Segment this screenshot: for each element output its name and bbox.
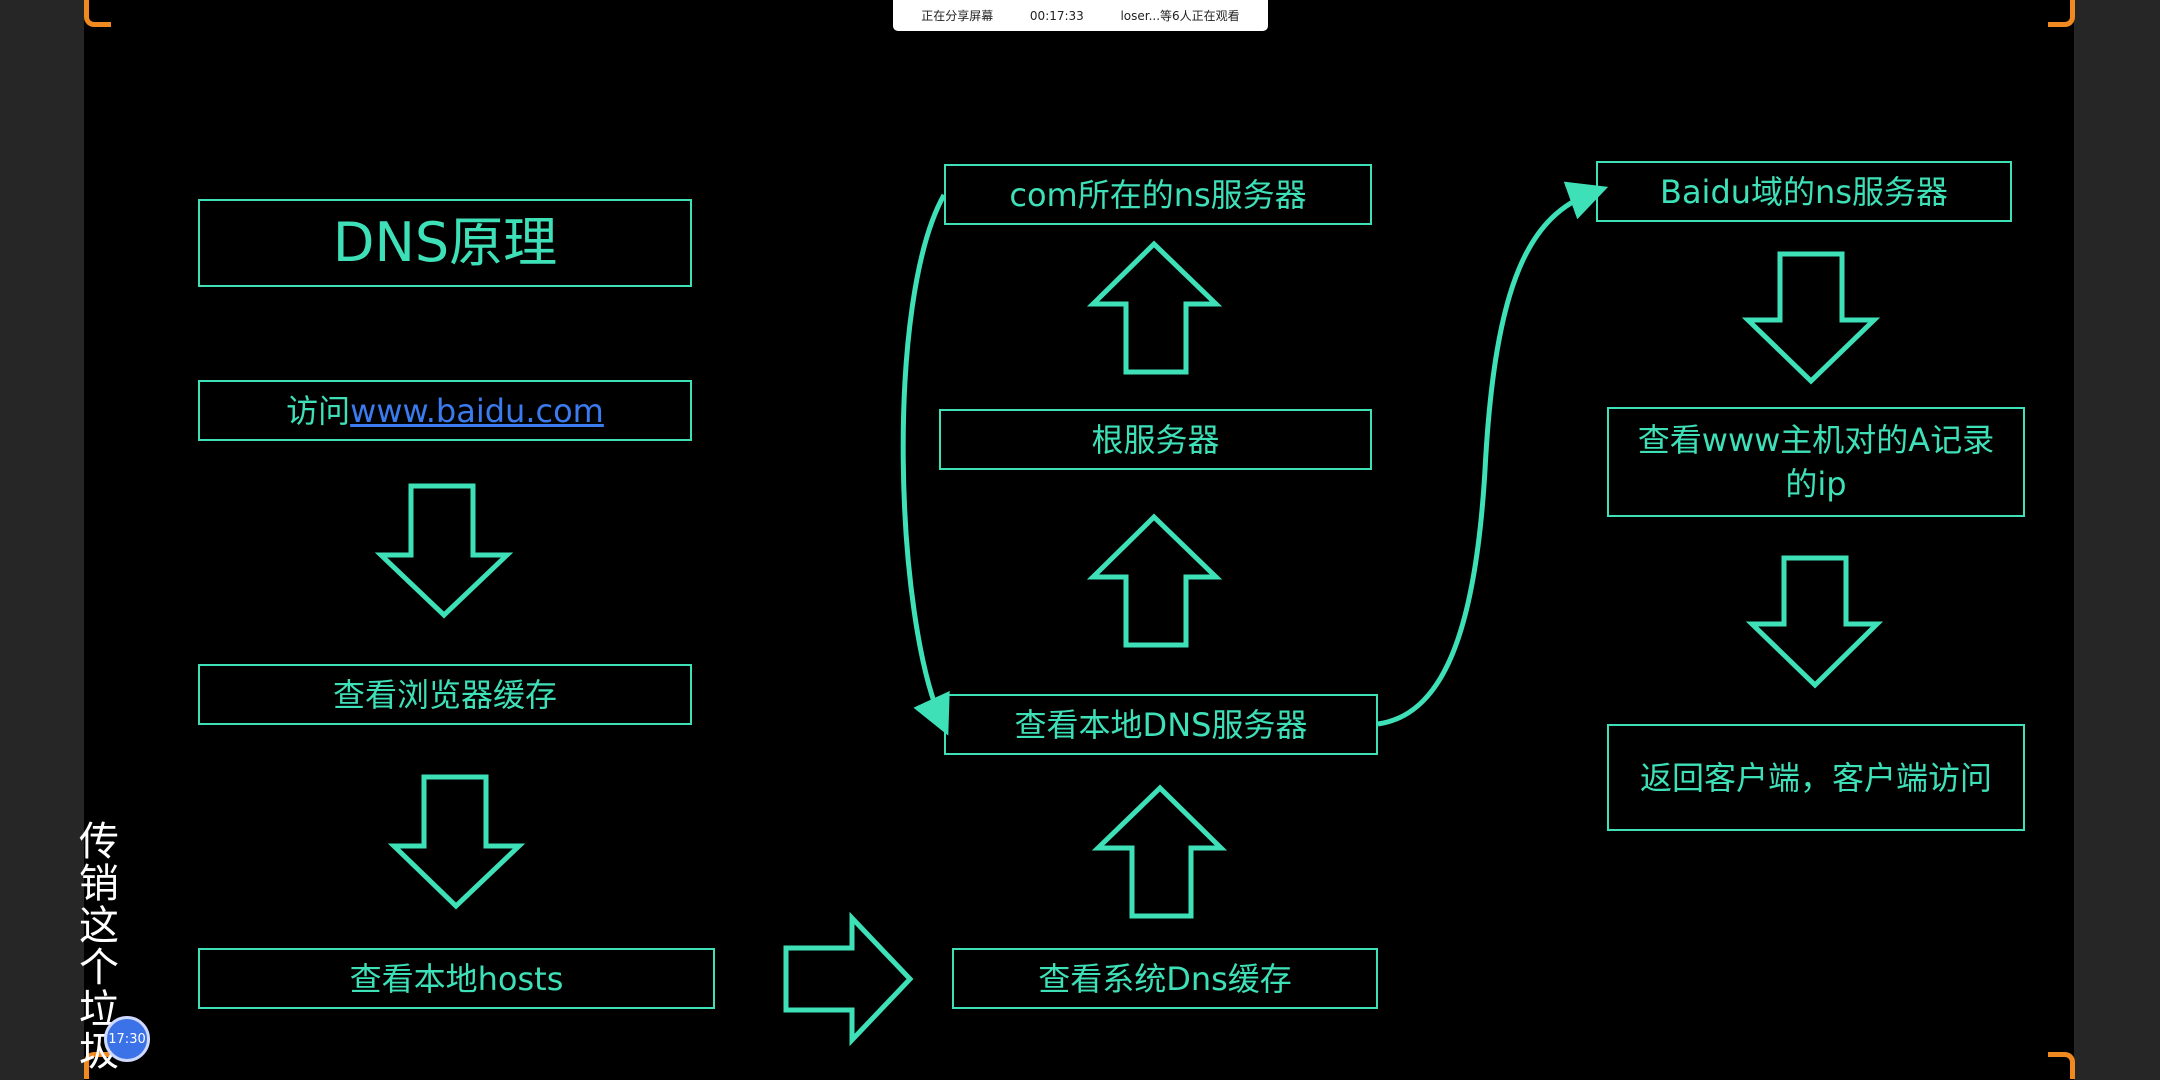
arrow-down-icon (1745, 555, 1884, 689)
arrow-up-icon (1086, 513, 1223, 648)
curve-arrow-com-to-local (900, 193, 950, 736)
arrow-down-icon (1741, 251, 1881, 385)
clock-badge[interactable]: 17:30 (104, 1016, 150, 1062)
arrow-down-icon (374, 483, 514, 619)
arrow-up-icon (1086, 240, 1223, 375)
arrow-right-icon (783, 911, 914, 1047)
diagram-arrows (374, 181, 1884, 1047)
arrow-up-icon (1091, 784, 1228, 919)
arrow-down-icon (387, 774, 526, 910)
curve-arrow-local-to-baidu (1377, 181, 1609, 727)
